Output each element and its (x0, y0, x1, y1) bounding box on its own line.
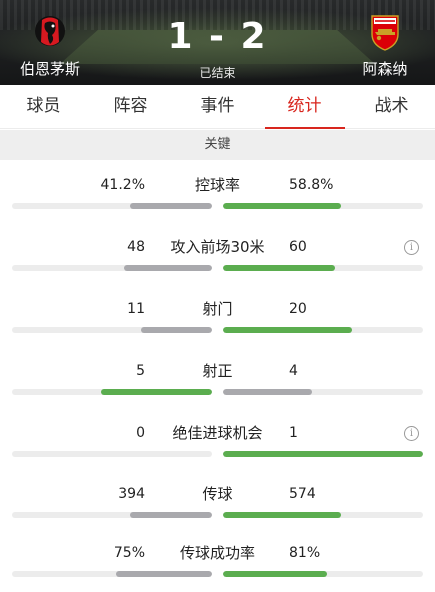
home-stat-fill (130, 512, 212, 518)
away-team[interactable]: 阿森纳 (343, 12, 427, 79)
away-stat-bar (223, 571, 423, 577)
stat-label: 射正 (202, 362, 233, 380)
info-icon[interactable]: i (404, 240, 419, 255)
stat-row: 41.2% 控球率 58.8% (0, 175, 435, 237)
stat-row: 48 攻入前场30米 60 i (0, 237, 435, 299)
home-stat-bar (12, 512, 212, 518)
tab-stats[interactable]: 统计 (261, 85, 348, 128)
arsenal-badge-icon (371, 15, 399, 51)
away-stat-fill (223, 389, 312, 395)
stat-label: 控球率 (194, 176, 240, 194)
section-header-key: 关键 (0, 130, 435, 160)
away-stat-bar (223, 512, 423, 518)
away-stat-value: 60 (289, 239, 307, 255)
away-stat-fill (223, 451, 423, 457)
away-stat-bar (223, 265, 423, 271)
stat-label: 传球成功率 (179, 544, 255, 562)
away-stat-value: 58.8% (289, 177, 334, 193)
home-stat-bar (12, 265, 212, 271)
stat-label: 射门 (202, 300, 233, 318)
match-tabs: 球员 阵容 事件 统计 战术 (0, 85, 435, 129)
home-stat-bar (12, 451, 212, 457)
tab-players[interactable]: 球员 (0, 85, 87, 128)
home-stat-fill (129, 203, 212, 209)
away-stat-value: 574 (289, 486, 316, 502)
stat-row: 75% 传球成功率 81% (0, 543, 435, 592)
away-stat-bar (223, 327, 423, 333)
tab-lineup[interactable]: 阵容 (87, 85, 174, 128)
stat-row: 11 射门 20 (0, 299, 435, 361)
stat-label: 绝佳进球机会 (172, 424, 263, 442)
away-stat-fill (223, 203, 341, 209)
away-stat-fill (223, 512, 341, 518)
stat-label: 传球 (202, 485, 233, 503)
away-stat-value: 20 (289, 301, 307, 317)
stat-row: 394 传球 574 (0, 484, 435, 546)
away-stat-fill (223, 265, 335, 271)
home-stat-fill (141, 327, 212, 333)
away-stat-bar (223, 389, 423, 395)
info-icon[interactable]: i (404, 426, 419, 441)
away-stat-bar (223, 203, 423, 209)
tab-events[interactable]: 事件 (174, 85, 261, 128)
away-stat-value: 1 (289, 425, 298, 441)
away-stat-value: 81% (289, 545, 321, 561)
home-stat-fill (124, 265, 212, 271)
home-stat-bar (12, 203, 212, 209)
stat-label: 攻入前场30米 (170, 238, 265, 256)
stat-row: 0 绝佳进球机会 1 i (0, 423, 435, 485)
match-header: 伯恩茅斯 1 - 2 已结束 阿森纳 (0, 0, 435, 85)
home-stat-fill (100, 389, 212, 395)
home-stat-fill (116, 571, 212, 577)
away-stat-value: 4 (289, 363, 298, 379)
away-team-name: 阿森纳 (362, 60, 408, 78)
home-stat-bar (12, 389, 212, 395)
home-stat-bar (12, 327, 212, 333)
tab-tactics[interactable]: 战术 (348, 85, 435, 128)
home-stat-bar (12, 571, 212, 577)
stat-row: 5 射正 4 (0, 361, 435, 423)
away-stat-fill (223, 327, 352, 333)
away-stat-bar (223, 451, 423, 457)
away-stat-fill (223, 571, 327, 577)
